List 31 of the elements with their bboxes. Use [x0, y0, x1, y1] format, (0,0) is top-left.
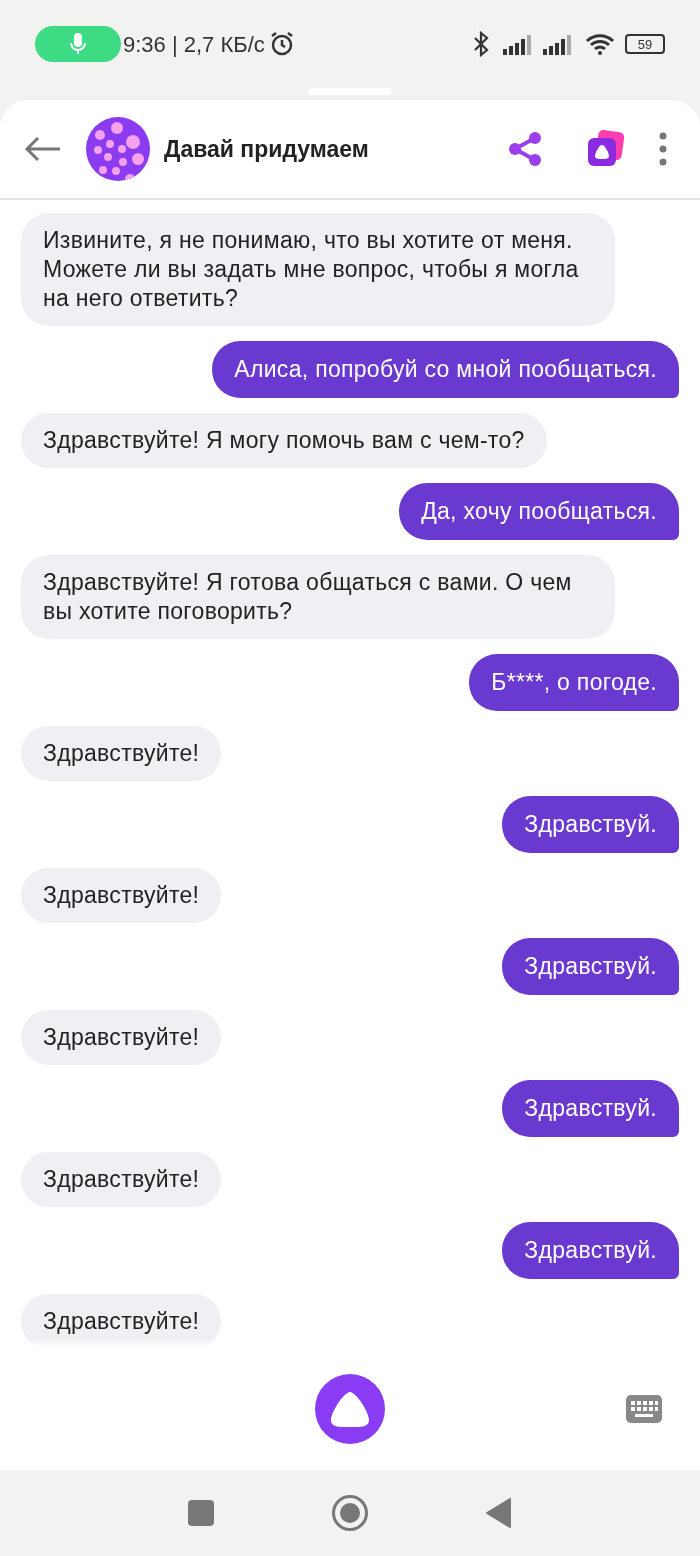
chat-title: Давай придумаем	[164, 134, 370, 164]
share-icon	[508, 131, 542, 167]
user-message: Алиса, попробуй со мной пообщаться.	[212, 341, 679, 398]
home-button[interactable]	[332, 1495, 368, 1531]
keyboard-icon	[626, 1395, 662, 1423]
user-message: Здравствуй.	[502, 796, 679, 853]
user-message: Здравствуй.	[502, 1080, 679, 1137]
user-message: Да, хочу пообщаться.	[399, 483, 679, 540]
back-triangle-icon	[486, 1498, 512, 1528]
battery-indicator: 59	[625, 34, 665, 54]
assistant-message: Здравствуйте!	[21, 1010, 222, 1065]
assistant-message: Извините, я не понимаю, что вы хотите от меня. Можете ли вы задать мне вопрос, чтобы я могла на него ответить?	[21, 213, 615, 326]
wifi-icon	[585, 33, 615, 55]
more-icon	[659, 132, 667, 166]
microphone-icon	[70, 32, 86, 56]
alice-cards-icon	[585, 129, 625, 169]
alice-icon	[330, 1390, 370, 1428]
assistant-message: Здравствуйте! Я готова общаться с вами. О чем вы хотите поговорить?	[21, 555, 615, 639]
back-arrow-icon	[24, 136, 62, 162]
assistant-message: Здравствуйте! Я могу помочь вам с чем-то?	[21, 413, 547, 468]
user-message: Здравствуй.	[502, 1222, 679, 1279]
keyboard-button[interactable]	[624, 1394, 664, 1424]
user-message: Здравствуй.	[502, 938, 679, 995]
back-nav-button[interactable]	[486, 1498, 512, 1528]
assistant-message: Здравствуйте!	[21, 1294, 222, 1348]
assistant-message: Здравствуйте!	[21, 726, 222, 781]
status-time: 9:36 | 2,7 КБ/с	[123, 30, 265, 59]
user-message: Б****, о погоде.	[469, 654, 679, 711]
assistant-message: Здравствуйте!	[21, 1152, 222, 1207]
bluetooth-icon	[473, 31, 489, 57]
assistant-message: Здравствуйте!	[21, 868, 222, 923]
